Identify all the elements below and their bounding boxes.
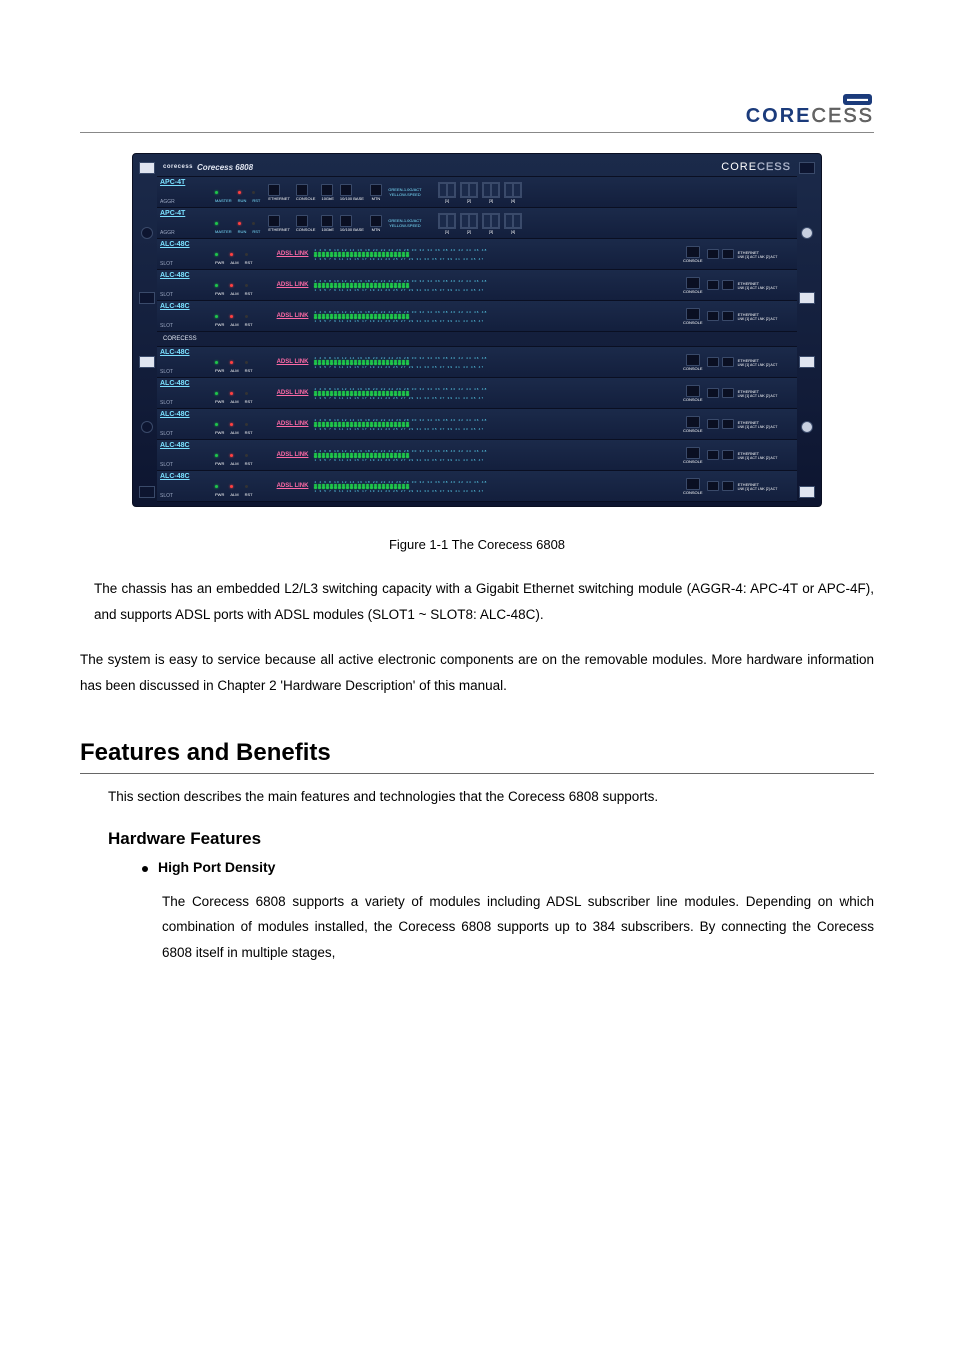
alc-module-row: ALC-48CSLOTPWRALMRSTADSL LINK2 4 6 8 10 … [157, 301, 797, 332]
apc-module-row: APC-4T AGGR MASTER RUN RST ETHERNET CONS… [157, 177, 797, 208]
feature-body: The Corecess 6808 supports a variety of … [162, 889, 874, 966]
brand-logo: ▬▬▬ CORECESS [80, 90, 874, 128]
alc-ethernet [707, 481, 734, 491]
alc-module-row: ALC-48CSLOTPWRALMRSTADSL LINK2 4 6 8 10 … [157, 239, 797, 270]
section-rule [80, 773, 874, 774]
section-intro: This section describes the main features… [108, 784, 874, 810]
alc-module-row: ALC-48CSLOTPWRALMRSTADSL LINK2 4 6 8 10 … [157, 409, 797, 440]
alc-ethernet [707, 311, 734, 321]
body-paragraph: The system is easy to service because al… [80, 647, 874, 698]
chassis-product-name: Corecess 6808 [197, 163, 253, 172]
alc-title: ALC-48C [160, 241, 208, 248]
brand-core: CORE [746, 105, 812, 127]
console-port: CONSOLE [683, 246, 703, 263]
alc-module-row: ALC-48CSLOTPWRALMRSTADSL LINK2 4 6 8 10 … [157, 270, 797, 301]
alc-title: ALC-48C [160, 442, 208, 449]
feature-bullet: High Port Density [142, 859, 874, 875]
chassis-left-rail [137, 158, 157, 502]
apc-module-row: APC-4T AGGR MASTER RUN RST ETHERNET CONS… [157, 208, 797, 239]
console-port: CONSOLE [683, 385, 703, 402]
alc-ethernet [707, 388, 734, 398]
adsl-link-label: ADSL LINK [277, 390, 309, 396]
alc-ethernet [707, 450, 734, 460]
adsl-link-label: ADSL LINK [277, 452, 309, 458]
body-paragraph: The chassis has an embedded L2/L3 switch… [80, 576, 874, 627]
alc-module-row: ALC-48CSLOTPWRALMRSTADSL LINK2 4 6 8 10 … [157, 471, 797, 502]
brand-cess: CESS [812, 105, 874, 127]
alc-ethernet [707, 357, 734, 367]
subsection-heading: Hardware Features [108, 829, 874, 849]
alc-module-row: ALC-48CSLOTPWRALMRSTADSL LINK2 4 6 8 10 … [157, 347, 797, 378]
alc-title: ALC-48C [160, 272, 208, 279]
alc-title: ALC-48C [160, 380, 208, 387]
bullet-icon [142, 866, 148, 872]
adsl-link-label: ADSL LINK [277, 483, 309, 489]
alc-title: ALC-48C [160, 349, 208, 356]
alc-module-row: ALC-48CSLOTPWRALMRSTADSL LINK2 4 6 8 10 … [157, 440, 797, 471]
alc-ethernet [707, 419, 734, 429]
adsl-link-label: ADSL LINK [277, 282, 309, 288]
device-chassis-illustration: corecess Corecess 6808 CORECESS APC-4T A… [132, 153, 822, 507]
brand-tag-icon: ▬▬▬ [843, 94, 872, 105]
chassis-mini-logo: corecess [163, 164, 193, 170]
console-port: CONSOLE [683, 308, 703, 325]
console-port: CONSOLE [683, 416, 703, 433]
apc-slotlabel: AGGR [160, 199, 208, 205]
chassis-mid-logo: CORECESS [157, 332, 797, 347]
chassis-header: corecess Corecess 6808 CORECESS [157, 158, 797, 177]
apc-title: APC-4T [160, 179, 208, 186]
chassis-right-rail [797, 158, 817, 502]
chassis-big-logo: CORECESS [721, 161, 791, 173]
alc-title: ALC-48C [160, 473, 208, 480]
alc-title: ALC-48C [160, 303, 208, 310]
adsl-link-label: ADSL LINK [277, 421, 309, 427]
feature-heading: High Port Density [158, 859, 275, 875]
section-heading: Features and Benefits [80, 739, 874, 767]
alc-title: ALC-48C [160, 411, 208, 418]
console-port: CONSOLE [683, 354, 703, 371]
figure-caption: Figure 1-1 The Corecess 6808 [80, 537, 874, 552]
alc-module-row: ALC-48CSLOTPWRALMRSTADSL LINK2 4 6 8 10 … [157, 378, 797, 409]
adsl-link-label: ADSL LINK [277, 359, 309, 365]
adsl-link-label: ADSL LINK [277, 313, 309, 319]
console-port: CONSOLE [683, 478, 703, 495]
console-port: CONSOLE [683, 447, 703, 464]
header-rule [80, 132, 874, 133]
adsl-link-label: ADSL LINK [277, 251, 309, 257]
alc-ethernet [707, 249, 734, 259]
console-port: CONSOLE [683, 277, 703, 294]
alc-ethernet [707, 280, 734, 290]
